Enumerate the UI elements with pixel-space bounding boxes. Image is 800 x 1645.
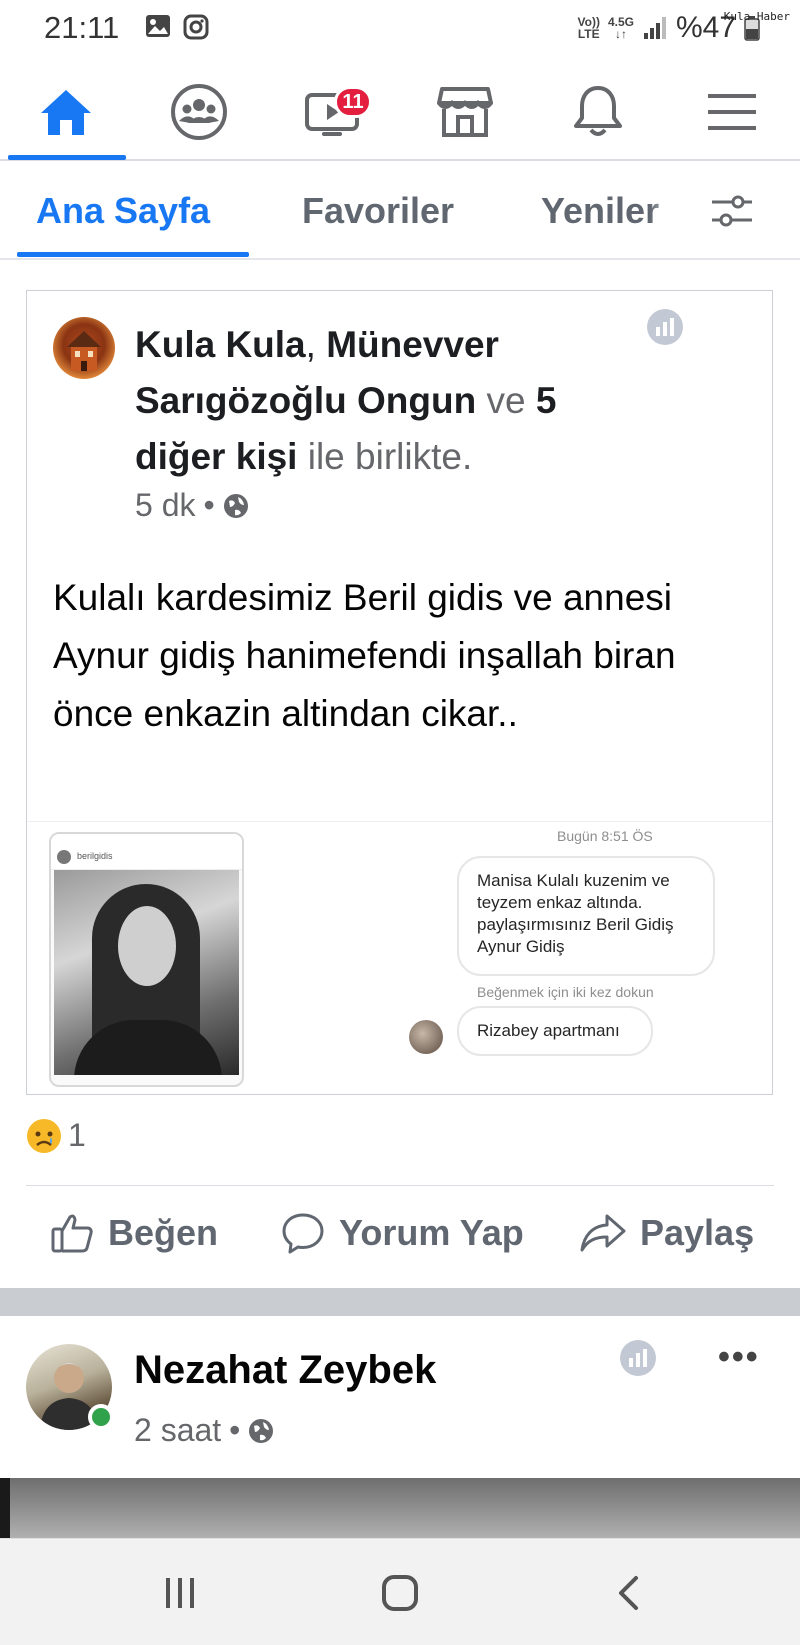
building-icon <box>67 331 101 371</box>
gallery-icon <box>146 15 170 37</box>
post-card-2: Nezahat Zeybek ••• 2 saat • <box>0 1316 800 1478</box>
tab-favorites[interactable]: Favoriler <box>302 190 454 232</box>
watermark: Kula Haber <box>723 10 790 23</box>
status-bar: 21:11 Vo)) LTE 4.5G ↓↑ %47 Kula Haber <box>0 0 800 56</box>
groups-icon <box>171 84 227 140</box>
hamburger-menu-icon <box>708 94 756 130</box>
divider <box>26 1185 774 1186</box>
nav-menu[interactable] <box>692 72 772 152</box>
post-meta-2: 2 saat • <box>134 1412 274 1449</box>
post-text: Kulalı kardesimiz Beril gidis ve annesi … <box>53 577 676 734</box>
home-icon <box>41 90 91 135</box>
post-insights-button-2[interactable] <box>620 1340 656 1376</box>
instagram-icon <box>183 14 209 40</box>
author-avatar[interactable] <box>53 317 115 379</box>
meta-dot-2: • <box>229 1412 241 1448</box>
woman-photo <box>54 870 239 1075</box>
recent-apps-button[interactable] <box>150 1571 210 1615</box>
instagram-post-preview: berilgidis <box>49 832 244 1087</box>
shared-screenshot[interactable]: berilgidis Bugün 8:51 ÖS Manisa Kulalı k… <box>27 821 772 1094</box>
globe-icon <box>249 1418 274 1443</box>
post-meta: 5 dk • <box>135 487 249 524</box>
marketplace-icon <box>437 87 493 137</box>
nav-active-indicator <box>8 155 126 160</box>
like-label: Beğen <box>108 1212 219 1253</box>
author-connector: ve <box>486 380 526 421</box>
filter-icon[interactable] <box>710 194 754 230</box>
post-author-line: Kula Kula, Münevver Sarıgözoğlu Ongun ve… <box>135 317 655 485</box>
nav-home[interactable] <box>26 72 106 152</box>
chat-bubble-message: Manisa Kulalı kuzenim ve teyzem enkaz al… <box>457 856 715 976</box>
reaction-count: 1 <box>68 1117 86 1153</box>
recent-apps-icon <box>166 1578 194 1608</box>
chat-timestamp: Bugün 8:51 ÖS <box>557 828 653 844</box>
tab-overflow-fade <box>650 162 695 258</box>
chat-sender-avatar <box>409 1020 443 1054</box>
tab-recent[interactable]: Yeniler <box>541 190 659 232</box>
nav-watch[interactable]: 11 <box>292 72 372 152</box>
nav-notifications[interactable] <box>558 72 638 152</box>
top-nav: 11 <box>0 60 800 161</box>
author-name[interactable]: Nezahat Zeybek <box>134 1348 436 1393</box>
globe-icon <box>223 493 248 518</box>
tab-active-indicator <box>17 252 249 257</box>
transfer-arrows-icon: ↓↑ <box>614 27 627 41</box>
volte-indicator: Vo)) LTE <box>577 15 600 41</box>
post-insights-button[interactable] <box>647 309 683 345</box>
feed-separator <box>0 1288 800 1316</box>
chat-bubble-address: Rizabey apartmanı <box>457 1006 653 1056</box>
post-card: Kula Kula, Münevver Sarıgözoğlu Ongun ve… <box>26 290 773 1095</box>
reaction-summary[interactable]: 1 <box>26 1117 86 1154</box>
comment-button[interactable]: Yorum Yap <box>281 1212 524 1254</box>
more-options-button[interactable]: ••• <box>718 1338 760 1377</box>
author-name-1[interactable]: Kula Kula <box>135 324 306 365</box>
online-status-dot <box>88 1404 114 1430</box>
sad-reaction-icon <box>27 1118 61 1153</box>
post-time[interactable]: 5 dk <box>135 487 195 524</box>
home-square-icon <box>382 1575 418 1611</box>
share-label: Paylaş <box>640 1212 755 1253</box>
profile-handle: berilgidis <box>77 851 113 861</box>
comment-icon <box>282 1213 324 1254</box>
author-suffix: ile birlikte. <box>307 436 473 477</box>
tab-home[interactable]: Ana Sayfa <box>36 190 210 232</box>
author-separator: , <box>305 324 316 365</box>
post-image-2[interactable] <box>0 1478 800 1538</box>
post-actions: Beğen Yorum Yap Paylaş <box>0 1190 800 1282</box>
android-nav-bar <box>0 1538 800 1645</box>
preview-header: berilgidis <box>51 834 242 870</box>
data-indicator: 4.5G ↓↑ <box>607 15 634 41</box>
double-tap-hint: Beğenmek için iki kez dokun <box>477 984 654 1000</box>
status-time: 21:11 <box>44 10 120 45</box>
bar-chart-icon <box>656 318 674 336</box>
android-home-button[interactable] <box>370 1571 430 1615</box>
thumbs-up-icon <box>51 1214 93 1253</box>
share-button[interactable]: Paylaş <box>580 1212 754 1254</box>
nav-groups[interactable] <box>159 72 239 152</box>
signal-icon <box>643 17 666 39</box>
profile-avatar-small <box>57 850 71 864</box>
bar-chart-icon <box>629 1349 647 1367</box>
like-button[interactable]: Beğen <box>50 1212 218 1254</box>
nav-marketplace[interactable] <box>425 72 505 152</box>
back-button[interactable] <box>598 1571 658 1615</box>
post-time-2[interactable]: 2 saat <box>134 1412 221 1449</box>
share-icon <box>580 1214 626 1252</box>
bell-icon <box>574 86 622 136</box>
meta-dot: • <box>203 487 215 523</box>
watch-notification-badge: 11 <box>334 86 372 118</box>
comment-label: Yorum Yap <box>339 1212 524 1253</box>
feed-tabs: Ana Sayfa Favoriler Yeniler <box>0 162 800 260</box>
back-chevron-icon <box>619 1576 638 1610</box>
